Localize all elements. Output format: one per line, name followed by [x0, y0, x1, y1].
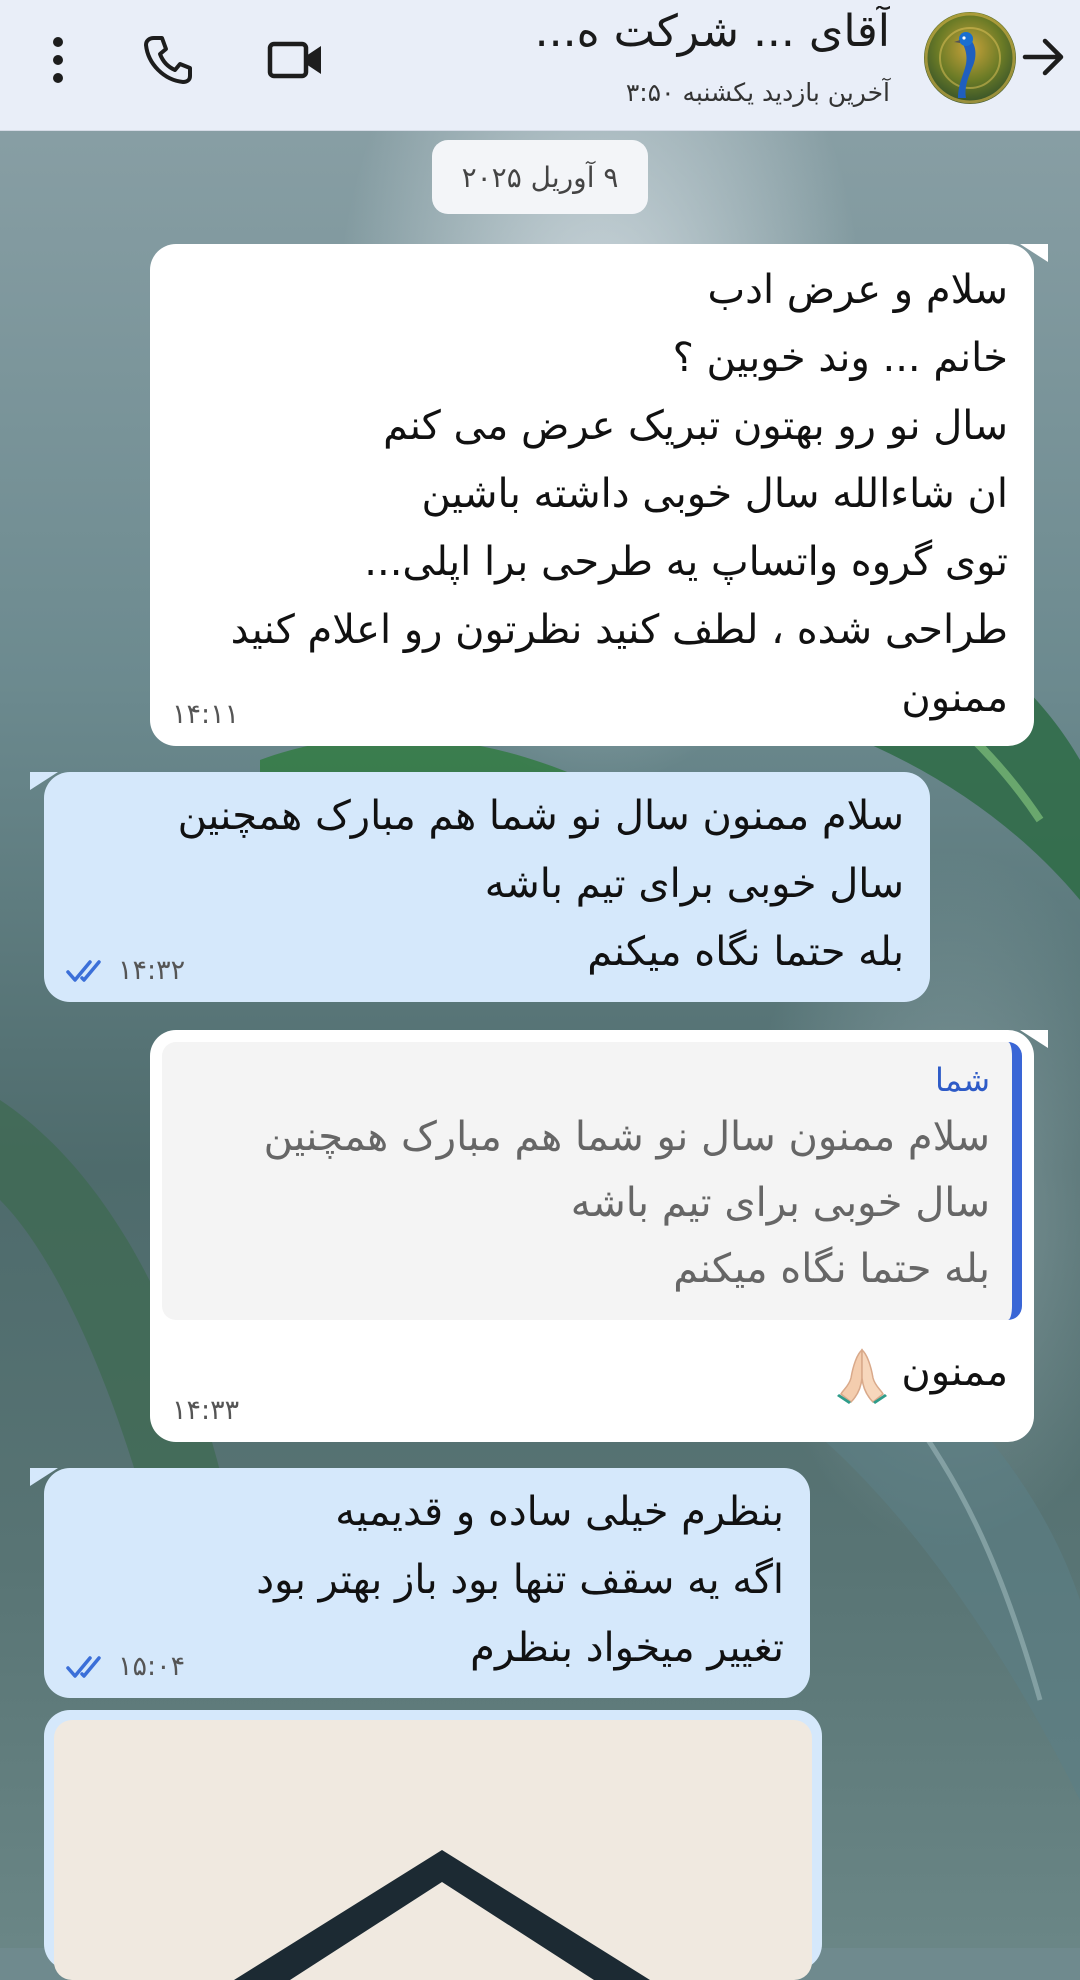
message-time-text: ۱۵:۰۴ [118, 1651, 186, 1682]
last-seen-status: آخرین بازدید یکشنبه ۳:۵۰ [625, 78, 890, 107]
message-bubble-outgoing-image[interactable] [44, 1710, 822, 1980]
reply-text: ممنون [901, 1349, 1008, 1395]
message-time-text: ۱۴:۳۳ [172, 1395, 240, 1426]
image-preview[interactable] [54, 1720, 812, 1980]
message-bubble-incoming[interactable]: سلام و عرض ادب خانم ... وند خوبین ؟ سال … [150, 244, 1048, 746]
quoted-message[interactable]: شما سلام ممنون سال نو شما هم مبارک همچنی… [162, 1042, 1022, 1320]
message-text-line: ان شاءالله سال خوبی داشته باشین [421, 471, 1008, 517]
roof-logo-image [234, 1850, 650, 1980]
message-bubble-outgoing[interactable]: بنظرم خیلی ساده و قدیمیه اگه یه سقف تنها… [30, 1468, 810, 1698]
back-button[interactable] [1014, 22, 1074, 92]
video-call-button[interactable] [256, 20, 336, 100]
read-check-icon [66, 959, 101, 982]
message-text-line: خانم ... وند خوبین ؟ [672, 335, 1008, 381]
video-call-icon [267, 41, 321, 79]
quoted-text-line: سلام ممنون سال نو شما هم مبارک همچنین [263, 1114, 990, 1160]
read-check-icon [66, 1655, 101, 1678]
message-time: ۱۵:۰۴ [66, 1651, 185, 1682]
folded-hands-emoji [836, 1348, 887, 1404]
arrow-right-icon [1022, 38, 1064, 76]
message-text-line: بنظرم خیلی ساده و قدیمیه [335, 1489, 784, 1535]
message-time: ۱۴:۳۲ [66, 955, 185, 986]
message-time-text: ۱۴:۱۱ [172, 699, 240, 730]
date-separator: ۹ آوریل ۲۰۲۵ [432, 140, 648, 214]
quoted-text-line: سال خوبی برای تیم باشه [570, 1180, 990, 1226]
voice-call-button[interactable] [128, 20, 208, 100]
message-text-line: سال خوبی برای تیم باشه [484, 861, 904, 907]
message-time-text: ۱۴:۳۲ [118, 955, 186, 986]
quoted-text-line: بله حتما نگاه میکنم [673, 1246, 990, 1292]
message-text-line: طراحی شده ، لطف کنید نظرتون رو اعلام کنی… [230, 607, 1008, 653]
more-options-button[interactable] [18, 20, 98, 100]
message-text-line: سلام و عرض ادب [707, 267, 1009, 313]
bubble-tail [1020, 1030, 1048, 1048]
message-text-line: سلام ممنون سال نو شما هم مبارک همچنین [177, 793, 904, 839]
peacock-avatar-image [924, 12, 1016, 104]
contact-avatar[interactable] [924, 12, 1016, 104]
message-time: ۱۴:۱۱ [172, 699, 239, 730]
message-time: ۱۴:۳۳ [172, 1395, 239, 1426]
message-bubble-outgoing[interactable]: سلام ممنون سال نو شما هم مبارک همچنین سا… [30, 772, 930, 1002]
more-vertical-icon [53, 37, 63, 83]
phone-icon [144, 36, 192, 84]
quoted-author: شما [934, 1061, 990, 1099]
bubble-tail [30, 772, 58, 790]
bubble-tail [30, 1468, 58, 1486]
message-text-line: ممنون [901, 675, 1008, 721]
contact-name[interactable]: آقای ... شرکت ه... [330, 6, 890, 57]
message-text-line: اگه یه سقف تنها بود باز بهتر بود [256, 1557, 784, 1603]
message-text-line: بله حتما نگاه میکنم [587, 929, 904, 975]
message-bubble-incoming-reply[interactable]: شما سلام ممنون سال نو شما هم مبارک همچنی… [150, 1030, 1048, 1442]
message-text-line: ممنون [162, 1338, 1022, 1406]
message-text-line: سال نو رو بهتون تبریک عرض می کنم [383, 403, 1008, 449]
bubble-tail [1020, 244, 1048, 262]
chat-header: آقای ... شرکت ه... آخرین بازدید یکشنبه ۳… [0, 0, 1080, 131]
message-text-line: توی گروه واتساپ یه طرحی برا اپلی... [364, 539, 1008, 585]
